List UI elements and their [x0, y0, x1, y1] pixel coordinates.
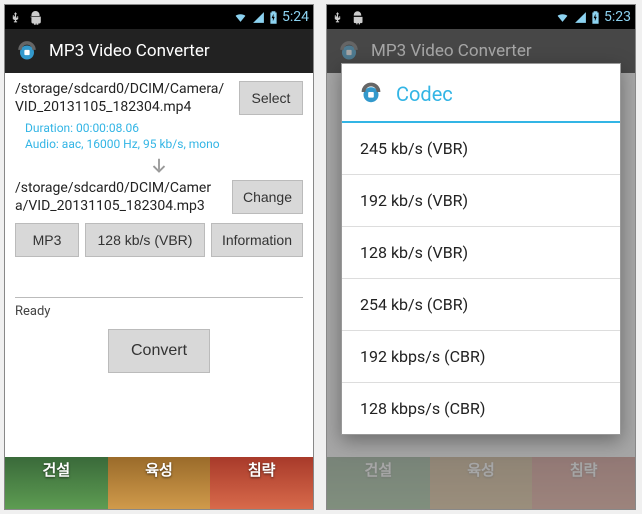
wifi-icon [233, 11, 248, 24]
select-button[interactable]: Select [239, 81, 303, 115]
android-icon [350, 10, 365, 25]
source-meta: Duration: 00:00:08.06 Audio: aac, 16000 … [15, 116, 303, 154]
arrow-down-icon [15, 154, 303, 180]
format-button[interactable]: MP3 [15, 223, 79, 257]
signal-icon [574, 11, 587, 24]
wifi-icon [555, 11, 570, 24]
battery-icon [591, 10, 600, 25]
codec-dialog: Codec 245 kb/s (VBR) 192 kb/s (VBR) 128 … [341, 63, 621, 435]
status-bar: 5:24 [5, 5, 313, 29]
codec-option[interactable]: 128 kbps/s (CBR) [342, 383, 620, 434]
information-button[interactable]: Information [211, 223, 303, 257]
change-button[interactable]: Change [232, 180, 303, 214]
app-icon [356, 76, 386, 111]
bitrate-button[interactable]: 128 kb/s (VBR) [85, 223, 205, 257]
usb-icon [331, 10, 344, 25]
app-icon [13, 35, 41, 68]
codec-option[interactable]: 254 kb/s (CBR) [342, 279, 620, 331]
ad-cell-1[interactable]: 건설 [5, 457, 108, 509]
clock-text: 5:23 [604, 9, 631, 25]
dialog-header: Codec [342, 64, 620, 123]
phone-left: 5:24 MP3 Video Converter /storage/sdcard… [4, 4, 314, 510]
ad-cell-3[interactable]: 침략 [210, 457, 313, 509]
status-text: Ready [15, 304, 303, 319]
codec-option[interactable]: 128 kb/s (VBR) [342, 227, 620, 279]
codec-option[interactable]: 245 kb/s (VBR) [342, 123, 620, 175]
meta-audio: Audio: aac, 16000 Hz, 95 kb/s, mono [25, 136, 297, 152]
usb-icon [9, 10, 22, 25]
convert-button[interactable]: Convert [108, 329, 210, 373]
dest-file-path: /storage/sdcard0/DCIM/Camera/VID_2013110… [15, 180, 224, 215]
clock-text: 5:24 [282, 9, 309, 25]
meta-duration: Duration: 00:00:08.06 [25, 120, 297, 136]
codec-option[interactable]: 192 kbps/s (CBR) [342, 331, 620, 383]
signal-icon [252, 11, 265, 24]
battery-icon [269, 10, 278, 25]
app-bar: MP3 Video Converter [5, 29, 313, 73]
divider [15, 297, 303, 298]
source-file-path: /storage/sdcard0/DCIM/Camera/VID_2013110… [15, 81, 231, 116]
android-icon [28, 10, 43, 25]
app-title: MP3 Video Converter [49, 41, 210, 61]
ad-cell-2[interactable]: 육성 [108, 457, 211, 509]
dialog-title: Codec [396, 82, 453, 106]
phone-right: 5:23 MP3 Video Converter 건설 육성 침략 Codec … [326, 4, 636, 510]
ad-banner[interactable]: 건설 육성 침략 [5, 457, 313, 509]
codec-option[interactable]: 192 kb/s (VBR) [342, 175, 620, 227]
status-bar: 5:23 [327, 5, 635, 29]
main-content: /storage/sdcard0/DCIM/Camera/VID_2013110… [5, 73, 313, 457]
codec-option-list: 245 kb/s (VBR) 192 kb/s (VBR) 128 kb/s (… [342, 123, 620, 434]
